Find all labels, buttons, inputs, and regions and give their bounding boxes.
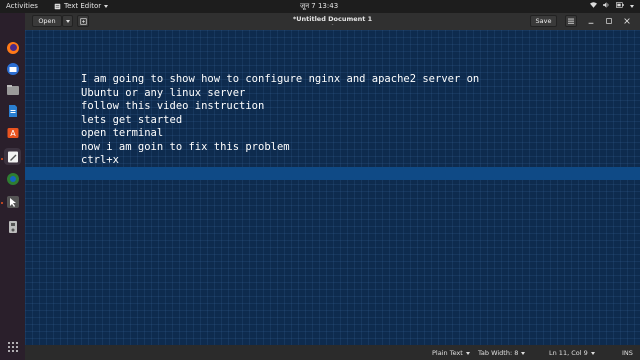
text-line: I am going to show how to configure ngin… <box>81 73 480 85</box>
dock: A <box>0 13 25 360</box>
document-text: I am going to show how to configure ngin… <box>81 73 479 168</box>
usb-drive-launcher[interactable] <box>4 218 21 235</box>
app-menu[interactable]: Text Editor <box>54 2 109 10</box>
current-line-highlight <box>25 167 640 180</box>
writer-launcher[interactable] <box>4 102 21 119</box>
running-indicator <box>1 158 3 160</box>
text-line: follow this video instruction <box>81 100 265 112</box>
activities-button[interactable]: Activities <box>6 2 38 10</box>
top-bar: Activities Text Editor जून 7 13:43 <box>0 0 640 13</box>
firefox-icon <box>6 41 19 54</box>
minimize-icon <box>588 22 594 24</box>
cursor-position-label: Ln 11, Col 9 <box>549 349 588 357</box>
maximize-button[interactable] <box>604 16 614 26</box>
chevron-down-icon <box>590 351 595 355</box>
chevron-down-icon <box>630 4 634 8</box>
thunderbird-launcher[interactable] <box>4 60 21 77</box>
status-bar: Plain Text Tab Width: 8 Ln 11, Col 9 INS <box>25 345 640 360</box>
text-line: open terminal <box>81 127 164 139</box>
show-applications-button[interactable] <box>4 338 21 355</box>
screenshot-icon <box>6 195 19 208</box>
text-editor-small-icon <box>54 3 61 9</box>
browser-icon <box>6 172 19 185</box>
text-line: ctrl+x <box>81 154 119 166</box>
insert-mode-label: INS <box>622 349 633 357</box>
software-icon: A <box>7 127 18 138</box>
clock[interactable]: जून 7 13:43 <box>300 2 338 11</box>
browser-launcher[interactable] <box>4 170 21 187</box>
close-icon <box>624 18 630 24</box>
app-menu-label: Text Editor <box>64 2 102 10</box>
battery-icon <box>616 2 624 10</box>
screenshot-launcher[interactable] <box>4 193 21 210</box>
save-button[interactable]: Save <box>530 15 557 27</box>
usb-drive-icon <box>8 220 17 233</box>
save-button-label: Save <box>535 17 552 25</box>
system-tray[interactable] <box>590 2 634 10</box>
svg-text:A: A <box>10 129 16 138</box>
files-launcher[interactable] <box>4 81 21 98</box>
cursor-position[interactable]: Ln 11, Col 9 <box>549 349 595 357</box>
tab-width-selector[interactable]: Tab Width: 8 <box>478 349 526 357</box>
wifi-icon <box>590 2 597 10</box>
chevron-down-icon <box>521 351 526 355</box>
header-bar: Open *Untitled Document 1 - Save <box>25 13 640 30</box>
tab-width-label: Tab Width: 8 <box>478 349 519 357</box>
firefox-launcher[interactable] <box>4 39 21 56</box>
volume-icon <box>603 2 610 10</box>
insert-mode-indicator[interactable]: INS <box>622 349 633 357</box>
language-label: Plain Text <box>432 349 463 357</box>
running-indicator <box>1 202 3 204</box>
maximize-icon <box>606 18 612 24</box>
text-line: now i am goin to fix this problem <box>81 140 290 153</box>
hamburger-menu-icon <box>568 18 574 24</box>
text-editor-icon <box>7 151 18 162</box>
software-launcher[interactable]: A <box>4 123 21 140</box>
files-icon <box>6 84 19 95</box>
menu-button[interactable] <box>565 15 577 27</box>
language-selector[interactable]: Plain Text <box>432 349 470 357</box>
chevron-down-icon <box>465 351 470 355</box>
text-editor-area[interactable]: I am going to show how to configure ngin… <box>25 30 640 345</box>
apps-grid-icon <box>7 341 18 352</box>
minimize-button[interactable] <box>586 16 596 26</box>
writer-icon <box>8 104 17 117</box>
chevron-down-icon <box>104 4 109 8</box>
text-editor-launcher[interactable] <box>4 148 21 165</box>
text-line: lets get started <box>81 113 183 126</box>
thunderbird-icon <box>6 62 19 75</box>
close-button[interactable] <box>622 16 632 26</box>
text-line: Ubuntu or any linux server <box>81 86 246 99</box>
